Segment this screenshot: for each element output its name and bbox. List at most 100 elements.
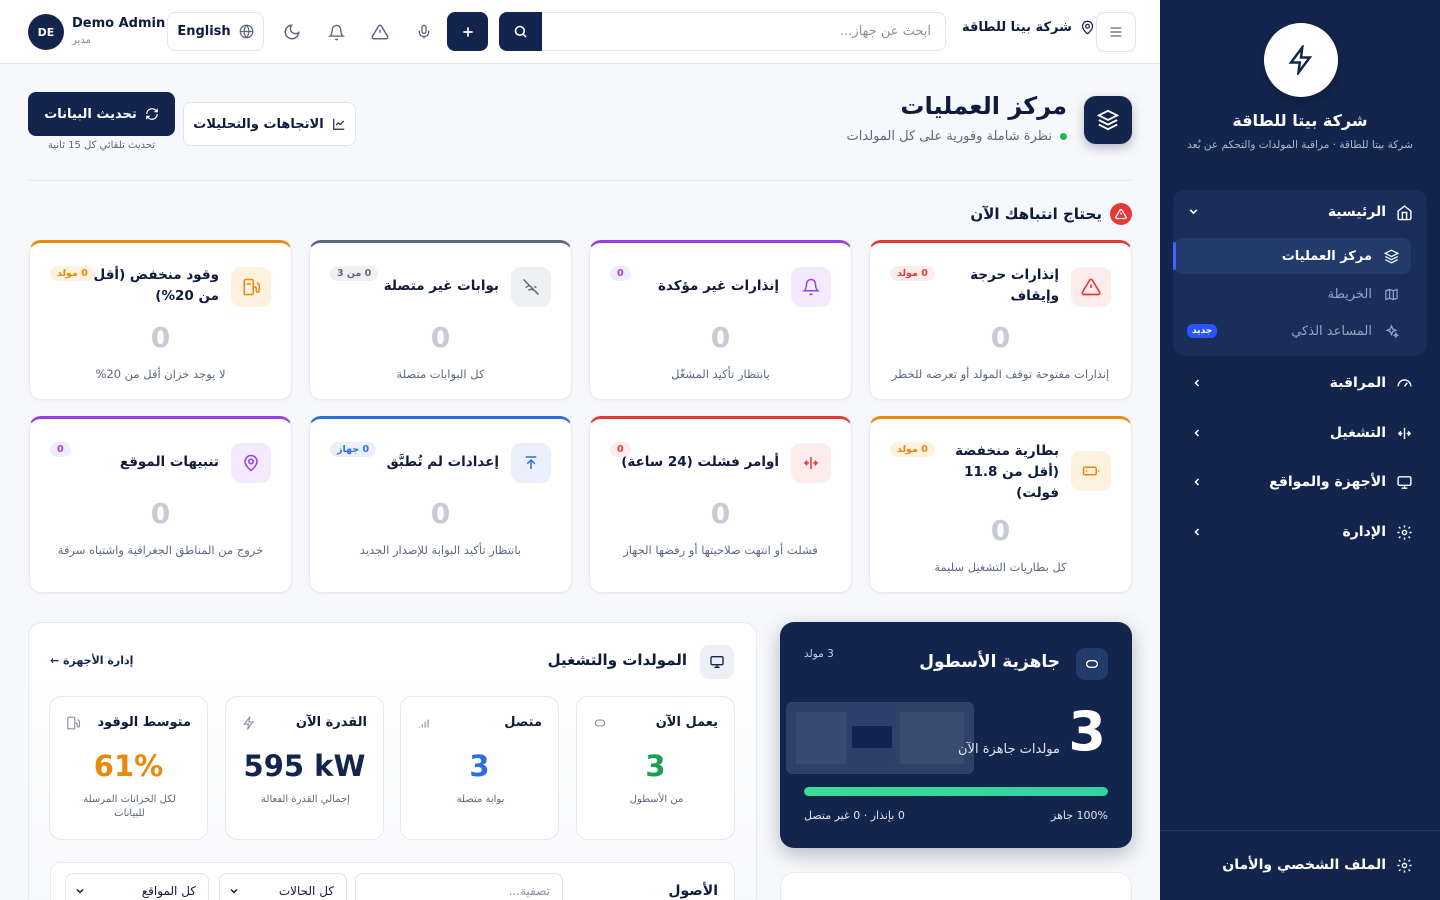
moon-icon[interactable] [280, 20, 304, 44]
subtitle-text: نظرة شاملة وفورية على كل المولدات [846, 129, 1052, 144]
card-description: كل بطاريات التشغيل سليمة [934, 560, 1067, 574]
monitor-icon [1396, 474, 1413, 491]
generator-illustration [786, 702, 974, 774]
sidebar-item-label: الرئيسية [1327, 204, 1386, 220]
sidebar-item-home[interactable]: الرئيسية [1173, 190, 1427, 234]
sidebar-item-label: المساعد الذكي [1291, 323, 1372, 339]
topbar: DE Demo Admin مدير English شركة بيتا للط… [0, 0, 1160, 64]
card-badge: 0 جهاز [330, 442, 377, 457]
company-selector[interactable]: شركة بيتا للطاقة [962, 20, 1095, 35]
attention-heading: يحتاج انتباهك الآن [970, 203, 1132, 225]
stat-subtitle: إجمالي القدرة الفعالة [261, 794, 350, 805]
fleet-title: جاهزية الأسطول [919, 652, 1060, 672]
site-select[interactable]: كل المواقع [65, 873, 209, 900]
site-select-value: كل المواقع [141, 884, 196, 898]
trends-button[interactable]: الاتجاهات والتحليلات [183, 102, 356, 146]
sidebar-item-profile-security[interactable]: الملف الشخصي والأمان [1173, 845, 1427, 885]
card-value: 0 [710, 497, 731, 530]
search-button[interactable] [499, 12, 542, 51]
chart-line-icon [332, 117, 346, 131]
operation-icon [1396, 425, 1413, 442]
sidebar-group-home: الرئيسية مركز العمليات الخريطة جديد المس… [1173, 190, 1427, 356]
avatar[interactable]: DE [28, 14, 64, 50]
sidebar-item-operations-center[interactable]: مركز العمليات [1173, 238, 1411, 274]
fuel-icon [66, 716, 80, 730]
card-description: فشلت أو انتهت صلاحيتها أو رفضها الجهاز [623, 543, 818, 557]
add-button[interactable] [447, 12, 488, 51]
sidebar-item-operation[interactable]: التشغيل [1173, 413, 1427, 453]
company-logo [1264, 23, 1338, 97]
alert-card-unacknowledged[interactable]: إنذارات غير مؤكدة 0 0 بانتظار تأكيد المش… [589, 240, 852, 400]
chevron-down-icon [1187, 205, 1200, 218]
chevron-left-icon [1191, 427, 1203, 439]
bell-icon[interactable] [324, 20, 348, 44]
language-button[interactable]: English [167, 12, 264, 51]
card-badge: 0 [610, 266, 631, 281]
sidebar-item-monitoring[interactable]: المراقبة [1173, 363, 1427, 403]
card-title: إعدادات لم تُطبَّق [386, 454, 499, 470]
warning-icon[interactable] [368, 20, 392, 44]
sidebar-item-map[interactable]: الخريطة [1175, 276, 1411, 312]
new-badge: جديد [1187, 324, 1218, 338]
status-select[interactable]: كل الحالات [219, 873, 347, 900]
refresh-button[interactable]: تحديث البيانات [28, 92, 175, 136]
attention-title: يحتاج انتباهك الآن [970, 205, 1102, 223]
generator-icon [1076, 648, 1108, 680]
card-value: 0 [710, 321, 731, 354]
search-icon [513, 24, 528, 39]
sidebar-item-administration[interactable]: الإدارة [1173, 512, 1427, 552]
fleet-state-summary: 0 بإنذار · 0 غير متصل [804, 809, 905, 822]
alert-card-site-alerts[interactable]: تنبيهات الموقع 0 0 خروج من المناطق الجغر… [29, 416, 292, 593]
manage-devices-link[interactable]: إدارة الأجهزة ← [50, 654, 133, 667]
stat-connected: متصل 3 بوابة متصلة [400, 696, 559, 840]
signal-icon [417, 716, 431, 730]
sidebar-item-devices-sites[interactable]: الأجهزة والمواقع [1173, 462, 1427, 502]
search-input[interactable] [542, 12, 946, 51]
card-title: بطارية منخفضة (أقل من 11.8 فولت) [955, 443, 1059, 501]
monitor-icon [700, 645, 734, 679]
assets-toolbar: الأصول كل الحالات كل المواقع [50, 862, 735, 900]
stat-subtitle: بوابة متصلة [456, 794, 505, 805]
alert-card-pending-config[interactable]: إعدادات لم تُطبَّق 0 جهاز 0 بانتظار تأكي… [309, 416, 572, 593]
card-value: 0 [150, 321, 171, 354]
settings-icon [1396, 857, 1413, 874]
upload-icon [511, 443, 551, 483]
fleet-readiness-bar [804, 787, 1108, 796]
card-value: 0 [990, 321, 1011, 354]
chevron-down-icon [74, 885, 86, 897]
alert-card-gateways[interactable]: بوابات غير متصلة 0 من 3 0 كل البوابات مت… [309, 240, 572, 400]
gauge-icon [1396, 375, 1413, 392]
sidebar-divider [1160, 830, 1440, 831]
language-label: English [177, 24, 231, 39]
menu-button[interactable] [1096, 12, 1136, 52]
refresh-label: تحديث البيانات [44, 106, 137, 122]
card-badge: 0 مولد [890, 442, 935, 457]
fleet-ready-value: 3 [1068, 700, 1106, 763]
microphone-icon[interactable] [412, 20, 436, 44]
page-subtitle: نظرة شاملة وفورية على كل المولدات [847, 129, 1067, 144]
wifi-off-icon [511, 267, 551, 307]
sidebar-item-ai-assistant[interactable]: جديد المساعد الذكي [1175, 313, 1411, 349]
card-description: إنذارات مفتوحة توقف المولد أو تعرضه للخط… [891, 367, 1110, 381]
card-title: إنذارات حرجة وإيقاف [970, 267, 1059, 304]
alert-card-critical[interactable]: إنذارات حرجة وإيقاف 0 مولد 0 إنذارات مفت… [869, 240, 1132, 400]
user-role: مدير [72, 35, 91, 46]
alert-card-failed-commands[interactable]: أوامر فشلت (24 ساعة) 0 0 فشلت أو انتهت ص… [589, 416, 852, 593]
alert-card-low-battery[interactable]: بطارية منخفضة (أقل من 11.8 فولت) 0 مولد … [869, 416, 1132, 593]
plus-icon [460, 24, 476, 40]
user-name: Demo Admin [72, 16, 166, 31]
home-icon [1396, 204, 1413, 221]
assets-filter-input[interactable] [355, 873, 563, 900]
card-badge: 0 من 3 [330, 266, 379, 281]
chevron-left-icon [1191, 476, 1203, 488]
header-divider [28, 180, 1132, 181]
command-failed-icon [791, 443, 831, 483]
fuel-icon [231, 267, 271, 307]
alert-card-low-fuel[interactable]: وقود منخفض (أقل من 20%) 0 مولد 0 لا يوجد… [29, 240, 292, 400]
card-title: وقود منخفض (أقل من 20%) [93, 267, 219, 304]
sparkles-icon [1384, 323, 1399, 339]
live-status-dot [1060, 133, 1067, 140]
layers-icon [1384, 249, 1399, 264]
sidebar-item-label: المراقبة [1329, 375, 1386, 391]
stat-power-now: القدرة الآن 595 kW إجمالي القدرة الفعالة [225, 696, 384, 840]
